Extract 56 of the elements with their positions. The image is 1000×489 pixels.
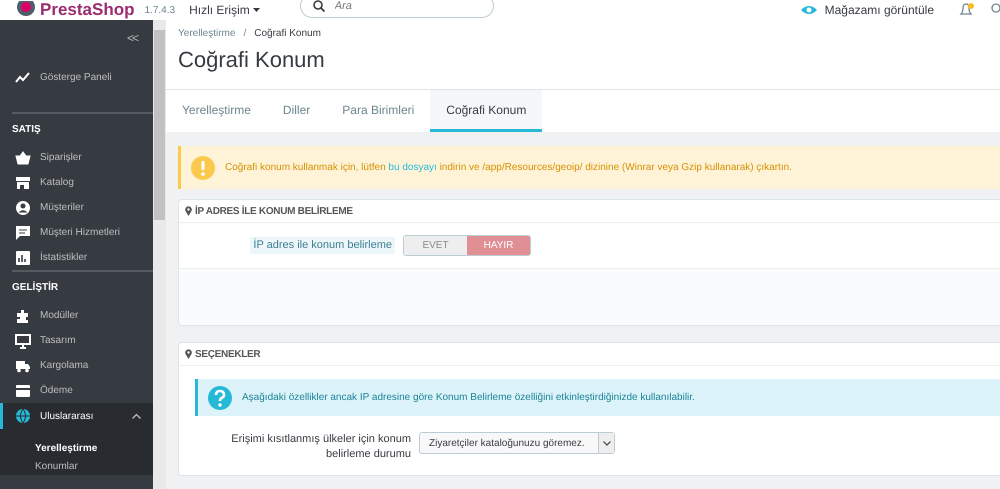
question-icon xyxy=(208,386,232,410)
quick-access-menu[interactable]: Hızlı Erişim xyxy=(189,3,260,17)
menu-item[interactable]: Kargolama xyxy=(0,353,153,378)
panel-title: İP ADRES İLE KONUM BELİRLEME xyxy=(195,206,353,216)
breadcrumb-item: Coğrafi Konum xyxy=(254,28,321,39)
tab[interactable]: Para Birimleri xyxy=(326,90,430,132)
menu-item[interactable]: Müşteriler xyxy=(0,195,153,220)
monitor-icon xyxy=(15,332,31,348)
menu-item[interactable]: Siparişler xyxy=(0,145,153,170)
chevron-icon xyxy=(602,440,610,446)
field-label: Erişimi kısıtlanmış ülkeler için konum belirleme durumu xyxy=(230,432,411,462)
submenu-item[interactable]: Yerelleştirme xyxy=(0,439,153,457)
trend-icon xyxy=(15,70,31,86)
panel-title: SEÇENEKLER xyxy=(195,348,260,360)
section-heading: GELİŞTİR xyxy=(12,280,60,295)
globe-icon xyxy=(15,408,31,424)
chart-icon xyxy=(15,250,31,266)
menu-item[interactable]: Müşteri Hizmetleri xyxy=(0,220,153,245)
tab[interactable]: Coğrafi Konum xyxy=(430,90,542,132)
info-message: Aşağıdaki özellikler ancak IP adresine göre Konum Belirleme özelliğini etkinleştirdiğinizde kullanılabilir. xyxy=(242,392,695,403)
basket-icon xyxy=(15,150,31,166)
pin-icon xyxy=(185,349,192,359)
submenu-item[interactable]: Konumlar xyxy=(0,457,153,475)
menu-item[interactable]: Modüller xyxy=(0,303,153,328)
warning-message: Coğrafi konum kullanmak için, lütfen bu dosyayı indirin ve /app/Resources/geoip/ dizinine (Winrar veya Gzip kullanarak) çıkartın. xyxy=(225,162,792,173)
menu-item[interactable]: Tasarım xyxy=(0,328,153,353)
menu-item[interactable]: İstatistikler xyxy=(0,245,153,270)
breadcrumb-separator: / xyxy=(243,28,246,39)
bell-icon xyxy=(958,3,976,17)
store-icon xyxy=(15,174,31,190)
chat-icon xyxy=(15,224,31,240)
tab[interactable]: Yerelleştirme xyxy=(166,90,267,132)
pin-icon xyxy=(185,206,192,216)
menu-item[interactable]: Katalog xyxy=(0,170,153,195)
version-label: 1.7.4.3 xyxy=(144,4,176,16)
scrollbar[interactable] xyxy=(153,20,166,489)
field-label: İP adres ile konum belirleme xyxy=(250,236,395,254)
caret-icon xyxy=(252,8,260,12)
select-field[interactable]: Ziyaretçiler kataloğunuzu göremez. xyxy=(419,432,615,454)
menu-item[interactable]: Gösterge Paneli xyxy=(0,65,153,90)
menu-item[interactable]: Ödeme xyxy=(0,378,153,403)
puzzle-icon xyxy=(15,308,31,324)
card-icon xyxy=(15,382,31,398)
section-heading: SATIŞ xyxy=(12,123,42,137)
tab[interactable]: Diller xyxy=(266,90,326,132)
logo-icon xyxy=(16,1,36,19)
collapse-button[interactable]: << xyxy=(126,31,137,45)
eye-icon xyxy=(800,5,817,15)
person-icon xyxy=(15,200,31,216)
logo-text: PrestaShop xyxy=(40,0,134,20)
view-store-link[interactable]: Mağazamı görüntüle xyxy=(800,3,934,17)
search-icon xyxy=(312,0,325,12)
breadcrumb-item[interactable]: Yerelleştirme xyxy=(178,28,236,39)
page-title: Coğrafi Konum xyxy=(178,47,326,73)
exclamation-icon xyxy=(191,156,215,180)
menu-item[interactable]: Uluslararası xyxy=(0,403,153,429)
